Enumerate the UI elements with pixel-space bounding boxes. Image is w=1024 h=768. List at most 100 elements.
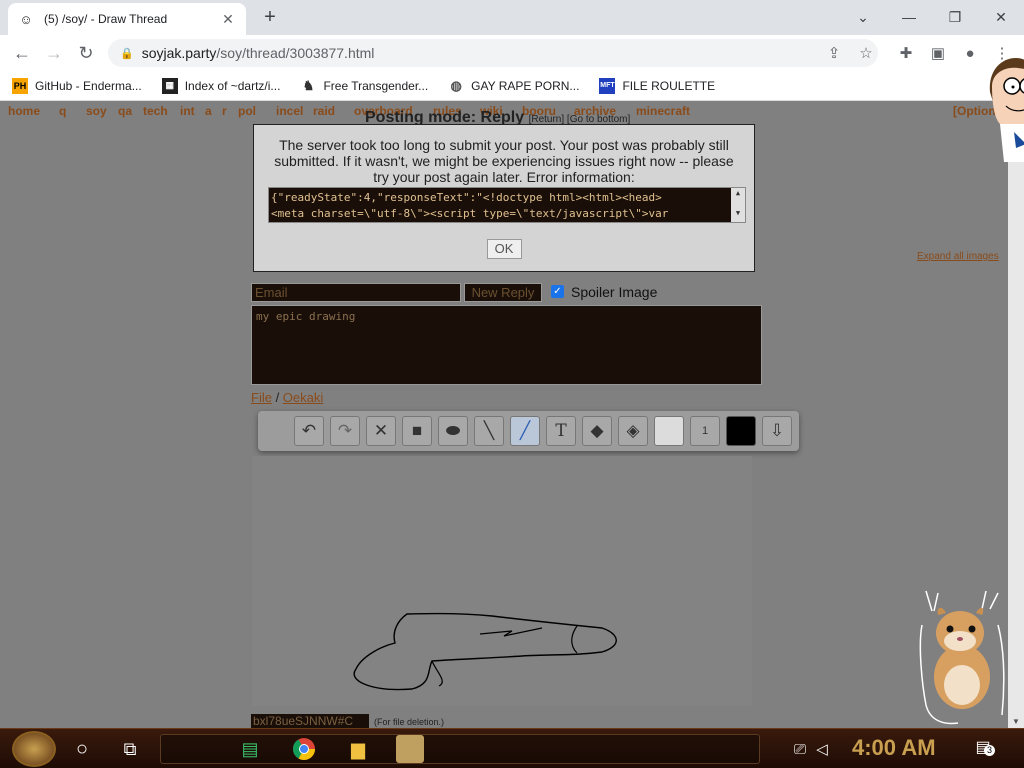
peter-griffin-figure — [989, 58, 1024, 162]
secondary-color-swatch[interactable] — [654, 416, 684, 446]
bookmark-label: FILE ROULETTE — [622, 78, 716, 93]
brush-size-button[interactable]: 1 — [690, 416, 720, 446]
tab-close-icon[interactable]: ✕ — [220, 11, 236, 28]
board-link-q[interactable]: q — [59, 104, 66, 118]
start-button[interactable] — [12, 731, 56, 767]
bookmark-globe[interactable]: ◍ GAY RAPE PORN... — [448, 77, 580, 94]
ellipse-icon[interactable]: ⬬ — [438, 416, 468, 446]
board-link-r[interactable]: r — [222, 104, 227, 118]
globe-icon: ◍ — [450, 77, 462, 93]
bookmark-file-roulette[interactable]: MFT FILE ROULETTE — [599, 77, 716, 94]
board-link-qa[interactable]: qa — [118, 104, 132, 118]
tab-search-icon[interactable]: ⌄ — [840, 4, 886, 30]
redo-icon[interactable]: ↷ — [330, 416, 360, 446]
bookmark-label: Index of ~dartz/i... — [184, 78, 281, 93]
profile-avatar-icon[interactable]: ● — [958, 42, 982, 66]
board-link-tech[interactable]: tech — [143, 104, 168, 118]
board-link-int[interactable]: int — [180, 104, 195, 118]
error-dialog: The server took too long to submit your … — [253, 124, 755, 272]
board-link-raid[interactable]: raid — [313, 104, 335, 118]
eraser-icon[interactable]: ◆ — [582, 416, 612, 446]
extensions-icon[interactable]: ✚ — [894, 42, 918, 66]
pig-icon: ♞ — [302, 77, 315, 93]
mft-icon: MFT — [599, 77, 616, 94]
file-oekaki-links: File / Oekaki — [251, 390, 323, 405]
board-link-incel[interactable]: incel — [276, 104, 303, 118]
file-explorer-icon[interactable]: ▆ — [344, 735, 372, 763]
page-content: home q soy qa tech int a r pol incel rai… — [0, 101, 1008, 728]
board-link-a[interactable]: a — [205, 104, 212, 118]
undo-icon[interactable]: ↶ — [294, 416, 324, 446]
game-app-icon[interactable] — [396, 735, 424, 763]
reload-button[interactable]: ↻ — [74, 41, 98, 65]
address-bar[interactable]: 🔒 soyjak.party/soy/thread/3003877.html — [108, 39, 878, 67]
bookmark-github[interactable]: PH GitHub - Enderma... — [12, 77, 142, 94]
lock-icon: 🔒 — [120, 47, 134, 60]
error-scroll-icon[interactable]: ▲ ▼ — [731, 188, 745, 222]
tab-strip: ☺ (5) /soy/ - Draw Thread ✕ + ⌄ — ❐ ✕ — [0, 0, 1024, 35]
soyjak-favicon-icon: ☺ — [19, 11, 33, 27]
board-link-pol[interactable]: pol — [238, 104, 256, 118]
primary-color-swatch[interactable] — [726, 416, 756, 446]
error-message: The server took too long to submit your … — [274, 137, 734, 185]
volume-icon[interactable]: ◁ — [808, 735, 836, 763]
bookmark-dartz[interactable]: ▦ Index of ~dartz/i... — [161, 77, 281, 94]
error-line-2: <meta charset=\"utf-8\"><script type=\"t… — [271, 207, 669, 220]
minimize-button[interactable]: — — [886, 4, 932, 30]
clear-icon[interactable]: ✕ — [366, 416, 396, 446]
line-icon[interactable]: ╲ — [474, 416, 504, 446]
drawing — [353, 612, 617, 691]
rectangle-icon[interactable]: ■ — [402, 416, 432, 446]
board-link-home[interactable]: home — [8, 104, 40, 118]
file-link[interactable]: File — [251, 390, 272, 405]
close-window-button[interactable]: ✕ — [978, 4, 1024, 30]
bookmarks-bar: PH GitHub - Enderma... ▦ Index of ~dartz… — [0, 71, 1024, 101]
oekaki-canvas[interactable] — [252, 456, 752, 706]
share-icon[interactable]: ⇪ — [822, 42, 846, 66]
back-button[interactable]: ← — [10, 41, 34, 65]
fill-icon[interactable]: ◈ — [618, 416, 648, 446]
forward-button[interactable]: → — [42, 41, 66, 65]
export-icon[interactable]: ⇩ — [762, 416, 792, 446]
tab-active[interactable]: ☺ (5) /soy/ - Draw Thread ✕ — [8, 3, 246, 35]
bookmark-label: GitHub - Enderma... — [35, 78, 142, 93]
bookmark-label: Free Transgender... — [323, 78, 429, 93]
board-link-soy[interactable]: soy — [86, 104, 107, 118]
pen-icon[interactable]: ╱ — [510, 416, 540, 446]
oekaki-link[interactable]: Oekaki — [283, 390, 323, 405]
tab-title: (5) /soy/ - Draw Thread — [44, 12, 168, 26]
bookmark-label: GAY RAPE PORN... — [471, 78, 580, 93]
notification-center-icon[interactable]: ▤ 3 — [972, 737, 995, 759]
bookmark-free-transgender[interactable]: ♞ Free Transgender... — [300, 77, 429, 94]
ok-button[interactable]: OK — [486, 239, 522, 259]
restore-button[interactable]: ❐ — [932, 4, 978, 30]
error-info-textarea[interactable]: {"readyState":4,"responseText":"<!doctyp… — [268, 187, 746, 223]
comment-textarea[interactable]: my epic drawing — [251, 305, 762, 385]
new-tab-button[interactable]: + — [258, 5, 282, 29]
board-link-minecraft[interactable]: minecraft — [636, 104, 690, 118]
new-reply-button[interactable]: New Reply — [464, 283, 542, 302]
password-field[interactable]: bxl78ueSJNNW#C — [251, 714, 369, 728]
url-host: soyjak.party — [141, 45, 217, 61]
task-view-icon[interactable]: ⧉ — [116, 735, 144, 763]
oekaki-toolbar: ↶ ↷ ✕ ■ ⬬ ╲ ╱ T ◆ ◈ 1 ⇩ — [258, 411, 799, 451]
chrome-app-icon[interactable] — [290, 735, 318, 763]
cortana-icon[interactable]: ○ — [68, 735, 96, 763]
taskbar-clock[interactable]: 4:00 AM — [852, 735, 936, 761]
dartz-icon: ▦ — [161, 77, 178, 94]
taskbar: ○ ⧉ ▤ ▆ ⎚ ◁ 4:00 AM ▤ 3 — [0, 728, 1024, 768]
ph-icon: PH — [12, 77, 28, 94]
side-panel-icon[interactable]: ▣ — [926, 42, 950, 66]
scroll-down-icon[interactable]: ▼ — [1008, 717, 1024, 726]
separator: / — [271, 390, 283, 405]
email-field[interactable]: Email — [251, 283, 461, 302]
hamster-figure — [919, 590, 1005, 725]
expand-all-images-link[interactable]: Expand all images — [917, 251, 999, 262]
bookmark-star-icon[interactable]: ☆ — [854, 42, 878, 66]
sheets-app-icon[interactable]: ▤ — [236, 735, 264, 763]
spoiler-checkbox[interactable]: ✓ — [551, 285, 564, 298]
notification-count: 3 — [984, 745, 995, 756]
error-line-1: {"readyState":4,"responseText":"<!doctyp… — [271, 191, 662, 204]
page-scrollbar[interactable]: ▼ — [1008, 101, 1024, 728]
text-icon[interactable]: T — [546, 416, 576, 446]
